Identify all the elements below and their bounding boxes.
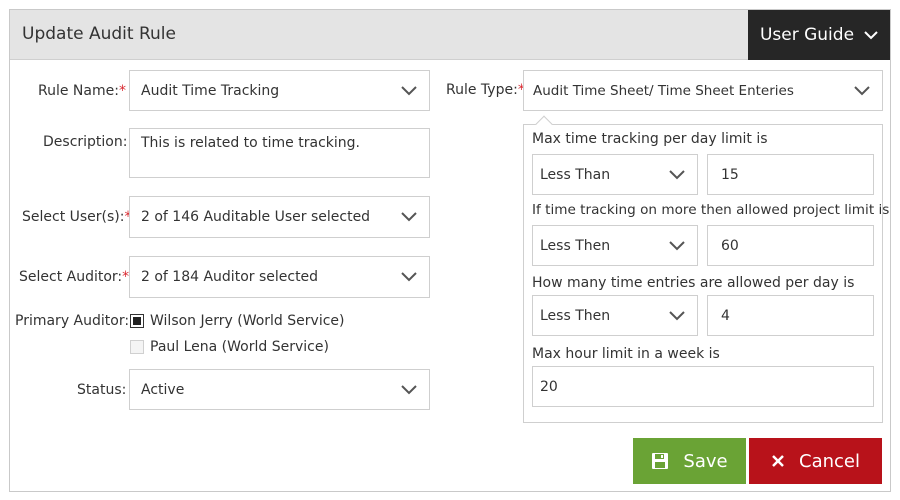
primary-auditor-label: Primary Auditor: — [15, 313, 130, 329]
chevron-down-icon — [854, 85, 870, 95]
select-auditor-label: Select Auditor:* — [19, 269, 130, 285]
user-guide-label: User Guide — [759, 25, 855, 45]
select-users-dropdown[interactable]: 2 of 146 Auditable User selected — [129, 196, 430, 238]
rule-value-1-input[interactable]: 15 — [707, 154, 874, 195]
rule-type-dropdown[interactable]: Audit Time Sheet/ Time Sheet Enteries — [523, 70, 883, 111]
save-label: Save — [683, 450, 728, 472]
rule-question-1: Max time tracking per day limit is — [532, 131, 768, 147]
rule-value-2: 60 — [721, 237, 739, 254]
save-icon — [652, 453, 669, 469]
rule-operator-2-dropdown[interactable]: Less Then — [532, 225, 698, 266]
rule-question-2: If time tracking on more then allowed pr… — [532, 202, 890, 218]
rule-question-4: Max hour limit in a week is — [532, 346, 720, 362]
primary-auditor-checkbox-paul[interactable] — [130, 340, 144, 354]
rule-value-1: 15 — [721, 166, 739, 183]
primary-auditor-checkbox-wilson[interactable] — [130, 314, 144, 328]
chevron-down-icon — [401, 272, 417, 282]
chevron-down-icon — [864, 31, 878, 40]
rule-type-label: Rule Type:* — [446, 82, 525, 98]
status-label: Status: — [77, 382, 127, 398]
rule-operator-3-dropdown[interactable]: Less Then — [532, 295, 698, 336]
dialog-header: Update Audit Rule User Guide — [10, 10, 890, 60]
rule-name-label: Rule Name:* — [38, 83, 126, 99]
chevron-down-icon — [669, 169, 685, 179]
rule-name-value: Audit Time Tracking — [141, 82, 280, 99]
rule-operator-1-dropdown[interactable]: Less Than — [532, 154, 698, 195]
rule-type-value: Audit Time Sheet/ Time Sheet Enteries — [533, 82, 794, 99]
cancel-button[interactable]: Cancel — [749, 438, 882, 484]
rule-value-3-input[interactable]: 4 — [707, 295, 874, 336]
status-dropdown[interactable]: Active — [129, 369, 430, 410]
rule-value-2-input[interactable]: 60 — [707, 225, 874, 266]
rule-question-3: How many time entries are allowed per da… — [532, 275, 855, 291]
select-auditor-value: 2 of 184 Auditor selected — [141, 269, 319, 285]
chevron-down-icon — [401, 384, 417, 394]
rule-value-4-input[interactable]: 20 — [532, 366, 874, 407]
rule-value-3: 4 — [721, 307, 730, 324]
close-icon — [772, 455, 784, 467]
status-value: Active — [141, 381, 185, 398]
chevron-down-icon — [401, 212, 417, 222]
primary-auditor-option-wilson: Wilson Jerry (World Service) — [150, 313, 345, 329]
select-users-value: 2 of 146 Auditable User selected — [141, 209, 371, 225]
rule-operator-1-value: Less Than — [540, 166, 611, 183]
cancel-label: Cancel — [799, 450, 860, 472]
select-users-label: Select User(s):* — [22, 209, 132, 225]
chevron-down-icon — [669, 310, 685, 320]
chevron-down-icon — [669, 240, 685, 250]
save-button[interactable]: Save — [633, 438, 746, 484]
rule-name-select[interactable]: Audit Time Tracking — [129, 70, 430, 111]
user-guide-button[interactable]: User Guide — [748, 10, 890, 60]
description-textarea[interactable]: This is related to time tracking. — [129, 128, 430, 178]
description-label: Description: — [43, 134, 128, 150]
chevron-down-icon — [401, 85, 417, 95]
rule-operator-3-value: Less Then — [540, 307, 611, 324]
rule-operator-2-value: Less Then — [540, 237, 611, 254]
rule-value-4: 20 — [540, 378, 558, 395]
primary-auditor-option-paul: Paul Lena (World Service) — [150, 339, 329, 355]
description-value: This is related to time tracking. — [141, 135, 360, 151]
select-auditor-dropdown[interactable]: 2 of 184 Auditor selected — [129, 256, 430, 298]
dialog-title: Update Audit Rule — [22, 24, 176, 44]
